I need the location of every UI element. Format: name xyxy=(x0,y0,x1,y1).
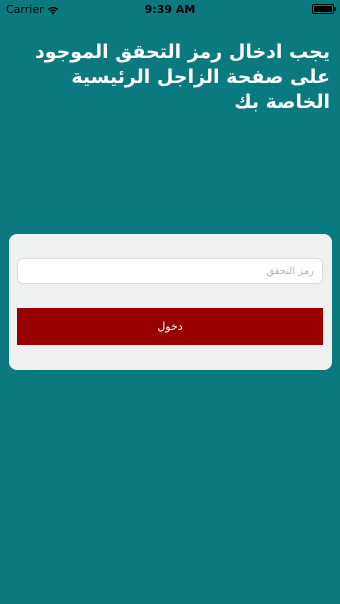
battery-icon xyxy=(312,4,336,14)
status-time: 9:39 AM xyxy=(144,3,196,16)
status-bar: Carrier 9:39 AM xyxy=(0,0,340,20)
login-button-label: دخول xyxy=(157,320,183,333)
verification-code-input[interactable] xyxy=(17,258,323,284)
page-title: يجب ادخال رمز التحقق الموجود على صفحة ال… xyxy=(34,41,330,113)
login-button[interactable]: دخول xyxy=(17,308,323,345)
verification-card: دخول xyxy=(9,234,332,370)
